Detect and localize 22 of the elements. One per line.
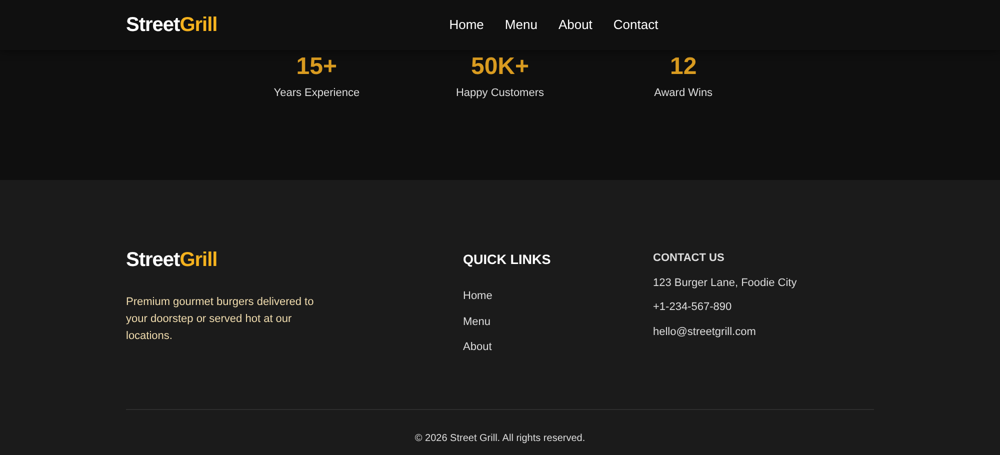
stat-value: 12 [670, 55, 697, 79]
stat-label: Award Wins [654, 86, 713, 101]
footer-link[interactable]: Menu [463, 314, 491, 330]
stat-value: 15+ [296, 55, 338, 79]
nav-link[interactable]: Home [449, 15, 484, 35]
footer-link[interactable]: About [463, 339, 492, 356]
nav-link[interactable]: Contact [613, 15, 658, 35]
brand-logo: StreetGrill [126, 250, 218, 270]
stat-label: Happy Customers [456, 86, 544, 101]
contact-info: +1-234-567-890 [653, 300, 732, 315]
footer-link[interactable]: Home [463, 288, 492, 305]
nav-link[interactable]: About [558, 15, 592, 35]
contact-info: 123 Burger Lane, Foodie City [653, 276, 797, 290]
column-heading: CONTACT US [653, 251, 724, 266]
contact-info: hello@streetgrill.com [653, 324, 756, 340]
footer-description: Premium gourmet burgers delivered to your doorstep or served hot at our locations. [126, 295, 315, 344]
column-heading: QUICK LINKS [463, 251, 551, 269]
brand-logo[interactable]: StreetGrill [126, 15, 218, 35]
stat-value: 50K+ [470, 55, 530, 79]
nav-link[interactable]: Menu [504, 15, 538, 35]
stat-label: Years Experience [274, 86, 360, 101]
copyright-text: © 2026 Street Grill. All rights reserved. [414, 432, 586, 446]
